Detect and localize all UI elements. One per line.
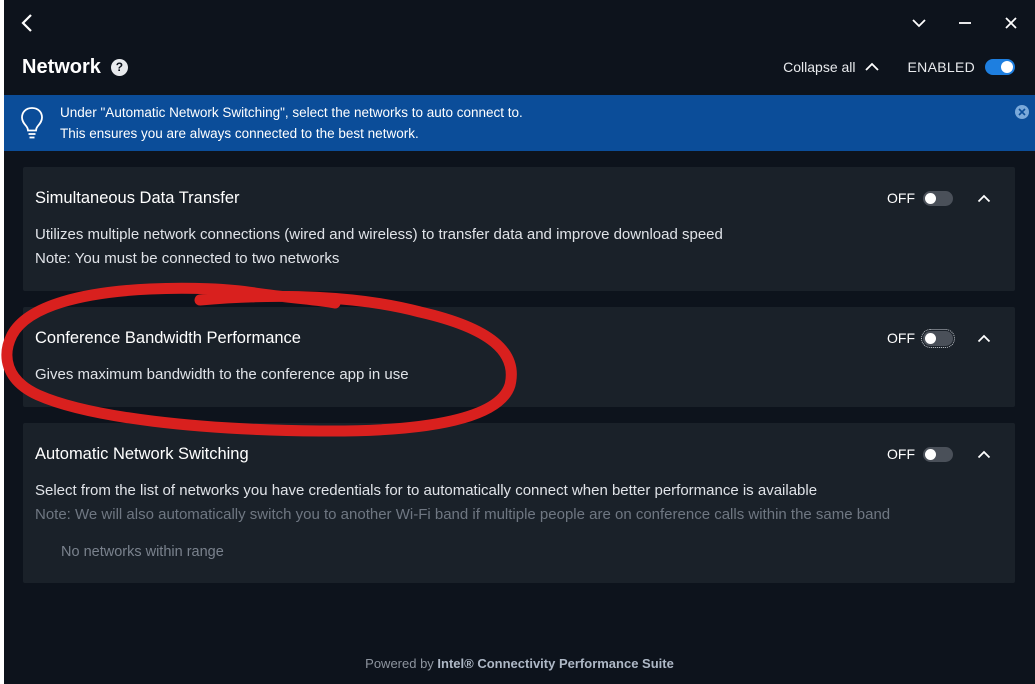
close-window-button[interactable] <box>997 10 1025 36</box>
description-line: Utilizes multiple network connections (w… <box>35 226 723 243</box>
banner-line: Under "Automatic Network Switching", sel… <box>60 105 523 120</box>
footer-brand: Intel® Connectivity Performance Suite <box>437 656 674 671</box>
card-description: Select from the list of networks you hav… <box>35 479 995 527</box>
minimize-icon <box>959 22 971 24</box>
automatic-network-switching-toggle[interactable] <box>923 446 953 462</box>
window-controls <box>905 10 1025 36</box>
banner-line: This ensures you are always connected to… <box>60 126 419 141</box>
chevron-up-icon <box>977 194 991 202</box>
chevron-up-icon <box>977 334 991 342</box>
chevron-up-icon <box>864 62 879 71</box>
card-title: Automatic Network Switching <box>35 445 249 463</box>
lightbulb-icon <box>4 106 60 140</box>
enabled-label: ENABLED <box>907 59 975 75</box>
dropdown-button[interactable] <box>905 10 933 36</box>
card-simultaneous-data-transfer: Simultaneous Data Transfer OFF Utilizes … <box>23 167 1015 291</box>
collapse-all-label: Collapse all <box>783 59 856 75</box>
card-controls: OFF <box>887 189 993 207</box>
page-header: Network ? Collapse all ENABLED <box>22 52 1015 82</box>
app-window: Network ? Collapse all ENABLED Under "Au… <box>4 0 1035 684</box>
header-controls: Collapse all ENABLED <box>783 59 1015 75</box>
card-title: Simultaneous Data Transfer <box>35 189 240 207</box>
footer: Powered by Intel® Connectivity Performan… <box>4 656 1035 671</box>
card-description: Gives maximum bandwidth to the conferenc… <box>35 363 955 387</box>
toggle-state-label: OFF <box>887 446 915 462</box>
conference-bandwidth-toggle[interactable] <box>921 328 955 348</box>
back-button[interactable] <box>14 10 40 36</box>
empty-networks-text: No networks within range <box>61 544 224 560</box>
simultaneous-data-transfer-toggle[interactable] <box>923 190 953 206</box>
network-enabled-toggle[interactable] <box>985 59 1015 75</box>
banner-text: Under "Automatic Network Switching", sel… <box>60 102 523 144</box>
card-controls: OFF <box>887 445 993 463</box>
card-conference-bandwidth-performance: Conference Bandwidth Performance OFF Giv… <box>23 307 1015 407</box>
description-note: Note: You must be connected to two netwo… <box>35 250 340 267</box>
card-automatic-network-switching: Automatic Network Switching OFF Select f… <box>23 423 1015 583</box>
description-note: Note: We will also automatically switch … <box>35 506 891 523</box>
footer-powered-by: Powered by <box>365 656 438 671</box>
help-icon[interactable]: ? <box>110 58 128 76</box>
back-arrow-icon <box>21 14 32 32</box>
collapse-card-button[interactable] <box>975 329 993 347</box>
card-description: Utilizes multiple network connections (w… <box>35 223 955 271</box>
card-controls: OFF <box>887 328 993 348</box>
minimize-button[interactable] <box>951 10 979 36</box>
toggle-state-label: OFF <box>887 190 915 206</box>
description-line: Gives maximum bandwidth to the conferenc… <box>35 366 409 383</box>
close-icon <box>1018 108 1026 116</box>
description-line: Select from the list of networks you hav… <box>35 482 818 499</box>
page-title: Network <box>22 55 101 78</box>
banner-close-button[interactable] <box>1015 105 1029 119</box>
collapse-all-button[interactable]: Collapse all <box>783 59 879 75</box>
chevron-up-icon <box>977 450 991 458</box>
info-banner: Under "Automatic Network Switching", sel… <box>4 95 1035 151</box>
collapse-card-button[interactable] <box>975 189 993 207</box>
toggle-state-label: OFF <box>887 330 915 346</box>
close-icon <box>1005 17 1017 29</box>
collapse-card-button[interactable] <box>975 445 993 463</box>
card-title: Conference Bandwidth Performance <box>35 329 301 347</box>
chevron-down-icon <box>912 19 926 28</box>
